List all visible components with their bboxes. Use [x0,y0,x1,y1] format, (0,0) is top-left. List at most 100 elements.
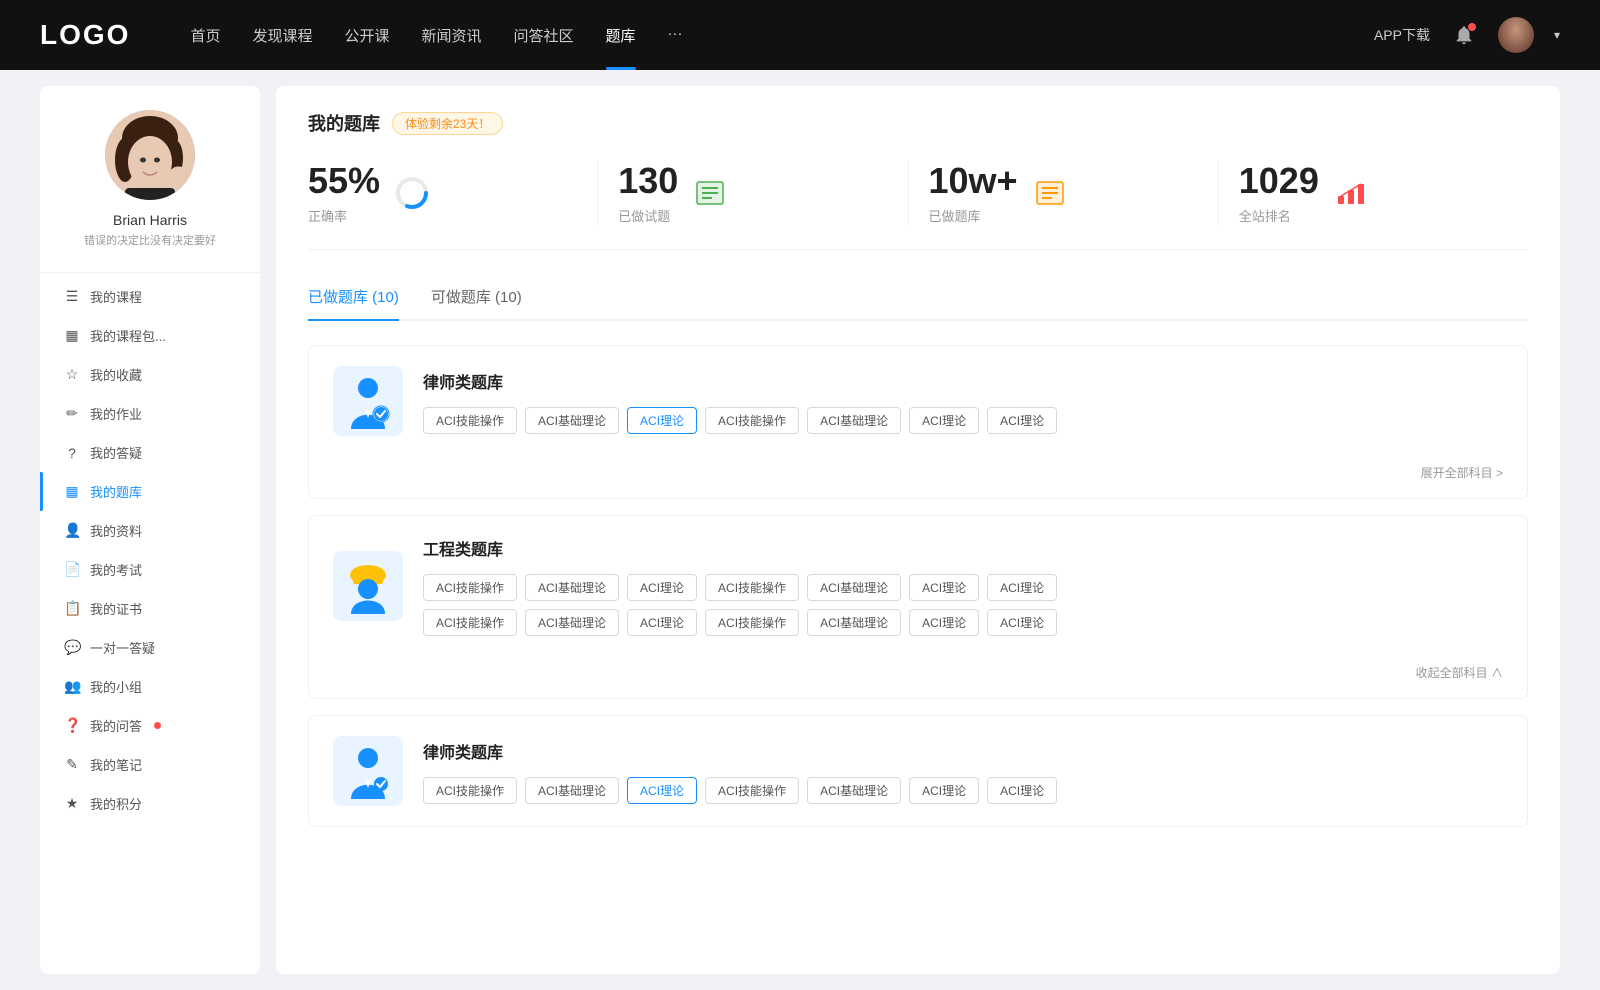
sidebar-item-one-on-one[interactable]: 💬 一对一答疑 [40,628,260,667]
notification-dot [1468,23,1476,31]
app-download-button[interactable]: APP下载 [1374,25,1430,45]
sidebar-item-label: 我的积分 [90,794,142,813]
nav-right: APP下载 ▾ [1374,17,1560,53]
bank-tag[interactable]: ACI基础理论 [525,407,619,434]
questions-badge [154,722,161,729]
bank-tag[interactable]: ACI技能操作 [423,574,517,601]
notification-bell[interactable] [1450,21,1478,49]
questions-icon [692,175,728,211]
stat-bank-label: 已做题库 [929,206,1018,225]
bank-tag[interactable]: ACI技能操作 [705,574,799,601]
lawyer-icon [343,374,393,429]
bank-tag[interactable]: ACI技能操作 [705,407,799,434]
bank-tag[interactable]: ACI理论 [987,407,1057,434]
bank-tag[interactable]: ACI理论 [909,609,979,636]
bank-section-lawyer-1: 律师类题库 ACI技能操作 ACI基础理论 ACI理论 ACI技能操作 ACI基… [308,345,1528,499]
sidebar-item-my-group[interactable]: 👥 我的小组 [40,667,260,706]
avatar-chevron-icon[interactable]: ▾ [1554,28,1560,42]
bank-tag[interactable]: ACI技能操作 [705,777,799,804]
stat-questions-content: 130 已做试题 [618,160,678,225]
bank-tag[interactable]: ACI基础理论 [807,574,901,601]
nav-news[interactable]: 新闻资讯 [422,25,482,46]
bank-section-header: 律师类题库 ACI技能操作 ACI基础理论 ACI理论 ACI技能操作 ACI基… [309,346,1527,456]
nav-open-course[interactable]: 公开课 [344,25,389,46]
sidebar-item-my-profile[interactable]: 👤 我的资料 [40,511,260,550]
tab-available-banks[interactable]: 可做题库 (10) [431,278,522,319]
sidebar-item-label: 一对一答疑 [90,638,155,657]
bank-tag-active[interactable]: ACI理论 [627,407,697,434]
course-icon: ☰ [64,288,80,305]
bank-section-lawyer-2: 律师类题库 ACI技能操作 ACI基础理论 ACI理论 ACI技能操作 ACI基… [308,715,1528,827]
stat-rank-value: 1029 [1239,160,1319,202]
bank-tag[interactable]: ACI技能操作 [423,609,517,636]
bank-tag[interactable]: ACI技能操作 [423,777,517,804]
bank-tag[interactable]: ACI基础理论 [525,609,619,636]
bank-tag[interactable]: ACI理论 [627,609,697,636]
nav-more[interactable]: ··· [668,25,683,46]
sidebar-item-course-package[interactable]: ▦ 我的课程包... [40,316,260,355]
bank-tag[interactable]: ACI理论 [987,609,1057,636]
bank-tag-active[interactable]: ACI理论 [627,777,697,804]
group-icon: 👥 [64,678,80,695]
sidebar-item-certificate[interactable]: 📋 我的证书 [40,589,260,628]
sidebar-item-my-points[interactable]: ★ 我的积分 [40,784,260,823]
sidebar-item-my-qa[interactable]: ? 我的答疑 [40,433,260,472]
chat-icon: 💬 [64,639,80,656]
bank-icon-wrap [333,366,403,436]
sidebar-item-label: 我的收藏 [90,365,142,384]
stat-accuracy: 55% 正确率 [308,160,598,225]
sidebar-item-label: 我的笔记 [90,755,142,774]
user-name: Brian Harris [113,212,187,228]
stat-bank-value: 10w+ [929,160,1018,202]
stat-rank-label: 全站排名 [1239,206,1319,225]
sidebar-item-my-notes[interactable]: ✎ 我的笔记 [40,745,260,784]
notes-icon: ✎ [64,756,80,773]
sidebar-item-label: 我的小组 [90,677,142,696]
sidebar-item-label: 我的资料 [90,521,142,540]
bank-tag[interactable]: ACI理论 [987,574,1057,601]
expand-link[interactable]: 展开全部科目 > [1421,466,1503,480]
bank-section-engineer: 工程类题库 ACI技能操作 ACI基础理论 ACI理论 ACI技能操作 ACI基… [308,515,1528,699]
nav-home[interactable]: 首页 [190,25,220,46]
bank-tag[interactable]: ACI技能操作 [705,609,799,636]
bank-tag[interactable]: ACI基础理论 [525,777,619,804]
collapse-link[interactable]: 收起全部科目 ∧ [1416,666,1503,680]
bank-tag[interactable]: ACI理论 [909,574,979,601]
bank-tag[interactable]: ACI基础理论 [525,574,619,601]
sidebar-item-label: 我的题库 [90,482,142,501]
bank-tag[interactable]: ACI基础理论 [807,777,901,804]
star-icon: ☆ [64,366,80,383]
bank-section-header: 工程类题库 ACI技能操作 ACI基础理论 ACI理论 ACI技能操作 ACI基… [309,516,1527,656]
question-bank-icon: ▦ [64,483,80,500]
sidebar-item-question-bank[interactable]: ▦ 我的题库 [40,472,260,511]
sidebar-item-my-questions[interactable]: ❓ 我的问答 [40,706,260,745]
sidebar-item-label: 我的答疑 [90,443,142,462]
sidebar-avatar [105,110,195,200]
avatar-image [1498,17,1534,53]
stat-questions-done: 130 已做试题 [598,160,908,225]
bank-tag[interactable]: ACI理论 [909,407,979,434]
rank-chart-icon [1333,175,1369,211]
bank-title-3: 律师类题库 [423,739,1057,763]
page-title: 我的题库 [308,110,380,136]
sidebar-item-label: 我的问答 [90,716,142,735]
bank-tag[interactable]: ACI技能操作 [423,407,517,434]
page-title-row: 我的题库 体验剩余23天！ [308,110,1528,136]
nav-discover[interactable]: 发现课程 [252,25,312,46]
bank-tag[interactable]: ACI基础理论 [807,407,901,434]
sidebar-item-favorites[interactable]: ☆ 我的收藏 [40,355,260,394]
stat-rank: 1029 全站排名 [1219,160,1528,225]
bank-tag[interactable]: ACI理论 [627,574,697,601]
nav-qa[interactable]: 问答社区 [514,25,574,46]
bank-tag[interactable]: ACI理论 [909,777,979,804]
bank-tags-engineer-row1: ACI技能操作 ACI基础理论 ACI理论 ACI技能操作 ACI基础理论 AC… [423,574,1503,601]
sidebar-item-my-course[interactable]: ☰ 我的课程 [40,277,260,316]
sidebar-item-my-exam[interactable]: 📄 我的考试 [40,550,260,589]
nav-question-bank[interactable]: 题库 [606,25,636,46]
user-avatar[interactable] [1498,17,1534,53]
sidebar-item-homework[interactable]: ✏ 我的作业 [40,394,260,433]
tab-done-banks[interactable]: 已做题库 (10) [308,278,399,319]
bank-tag[interactable]: ACI基础理论 [807,609,901,636]
bank-tag[interactable]: ACI理论 [987,777,1057,804]
main-content: 我的题库 体验剩余23天！ 55% 正确率 [276,86,1560,974]
